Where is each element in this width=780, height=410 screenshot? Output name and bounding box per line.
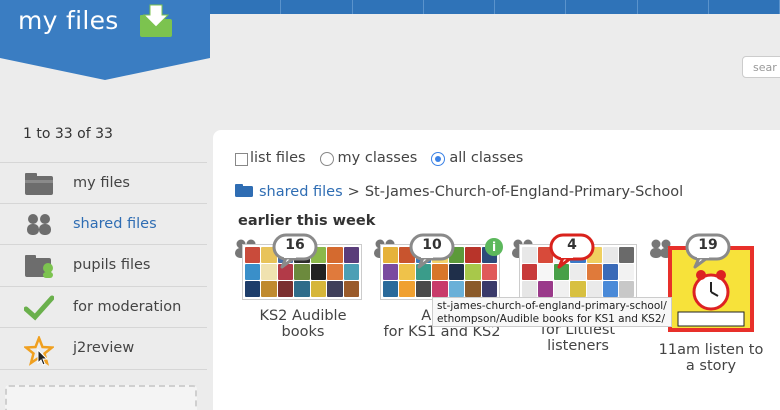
sidebar-item-label: pupils files <box>73 257 151 274</box>
people-icon <box>24 212 54 238</box>
info-icon[interactable]: i <box>485 238 503 256</box>
top-nav-item[interactable] <box>638 0 709 14</box>
list-files-label: list files <box>250 150 306 166</box>
sidebar-item-for-moderation[interactable]: for moderation <box>0 287 207 328</box>
list-files-checkbox[interactable] <box>235 152 248 166</box>
file-filters: list files my classes all classes <box>235 150 537 166</box>
share-count: 16 <box>285 237 305 253</box>
share-count: 19 <box>698 237 718 253</box>
shared-folder-icon <box>235 183 253 201</box>
file-label-line1: 11am listen to <box>658 342 764 358</box>
folder-label: KS2 Audible books <box>223 308 383 340</box>
drop-zone[interactable] <box>5 385 197 410</box>
folder-label-line2: listeners <box>547 338 609 354</box>
my-classes-radio[interactable] <box>319 152 334 166</box>
all-classes-label: all classes <box>449 150 524 166</box>
sidebar-item-j2review[interactable]: j2review <box>0 328 207 370</box>
folder-label-line1: KS2 Audible <box>259 308 347 324</box>
share-count-badge: 4 <box>549 233 595 269</box>
app-title: my files <box>18 6 119 35</box>
list-files-filter[interactable]: list files <box>235 150 306 166</box>
top-nav-item[interactable] <box>709 0 780 14</box>
top-nav-item[interactable] <box>353 0 424 14</box>
all-classes-radio[interactable] <box>431 152 446 166</box>
breadcrumb-shared-files-link[interactable]: shared files <box>259 184 343 200</box>
section-heading: earlier this week <box>238 213 376 229</box>
share-count: 4 <box>567 237 577 253</box>
top-nav-item[interactable] <box>281 0 353 14</box>
shared-folder-tile[interactable]: 4 for Littlest listeners <box>510 233 650 356</box>
sidebar-item-label: my files <box>73 174 130 191</box>
path-tooltip: st-james-church-of-england-primary-schoo… <box>432 297 672 327</box>
share-count-badge: 19 <box>685 233 731 269</box>
top-nav-item[interactable] <box>495 0 567 14</box>
top-nav-bar <box>210 0 780 14</box>
tooltip-line1: st-james-church-of-england-primary-schoo… <box>437 300 667 312</box>
breadcrumb-separator: > <box>347 184 360 200</box>
breadcrumb-current: St-James-Church-of-England-Primary-Schoo… <box>364 184 684 200</box>
folder-icon <box>24 171 54 197</box>
pupil-folder-icon <box>24 253 54 279</box>
sidebar-item-shared-files[interactable]: shared files <box>0 204 207 245</box>
sidebar: my files shared files pupils files for m… <box>0 162 207 370</box>
file-label: 11am listen to a story <box>636 342 780 374</box>
sidebar-item-label: for moderation <box>73 298 182 315</box>
folder-label-line2: books <box>281 324 325 340</box>
share-count: 10 <box>422 237 442 253</box>
sidebar-item-label: shared files <box>73 215 157 232</box>
my-classes-filter[interactable]: my classes <box>319 150 418 166</box>
top-nav-item[interactable] <box>210 0 282 14</box>
sidebar-item-label: j2review <box>73 340 135 357</box>
share-count-badge: 16 <box>272 233 318 269</box>
tooltip-line2: ethompson/Audible books for KS1 and KS2/ <box>437 313 666 325</box>
file-label-line2: a story <box>685 358 737 374</box>
star-icon <box>22 334 56 366</box>
my-classes-label: my classes <box>337 150 418 166</box>
results-count: 1 to 33 of 33 <box>23 126 113 142</box>
breadcrumb: shared files > St-James-Church-of-Englan… <box>235 183 683 201</box>
app-banner: my files <box>0 0 210 80</box>
top-nav-item[interactable] <box>424 0 495 14</box>
top-nav-item[interactable] <box>566 0 638 14</box>
checkmark-icon <box>23 295 55 321</box>
search-input[interactable]: sear <box>742 56 780 78</box>
sidebar-item-my-files[interactable]: my files <box>0 162 207 204</box>
all-classes-filter[interactable]: all classes <box>431 150 523 166</box>
sidebar-item-pupils-files[interactable]: pupils files <box>0 245 207 287</box>
share-count-badge: 10 <box>409 233 455 269</box>
shared-folder-tile[interactable]: 16 KS2 Audible books <box>233 233 373 346</box>
